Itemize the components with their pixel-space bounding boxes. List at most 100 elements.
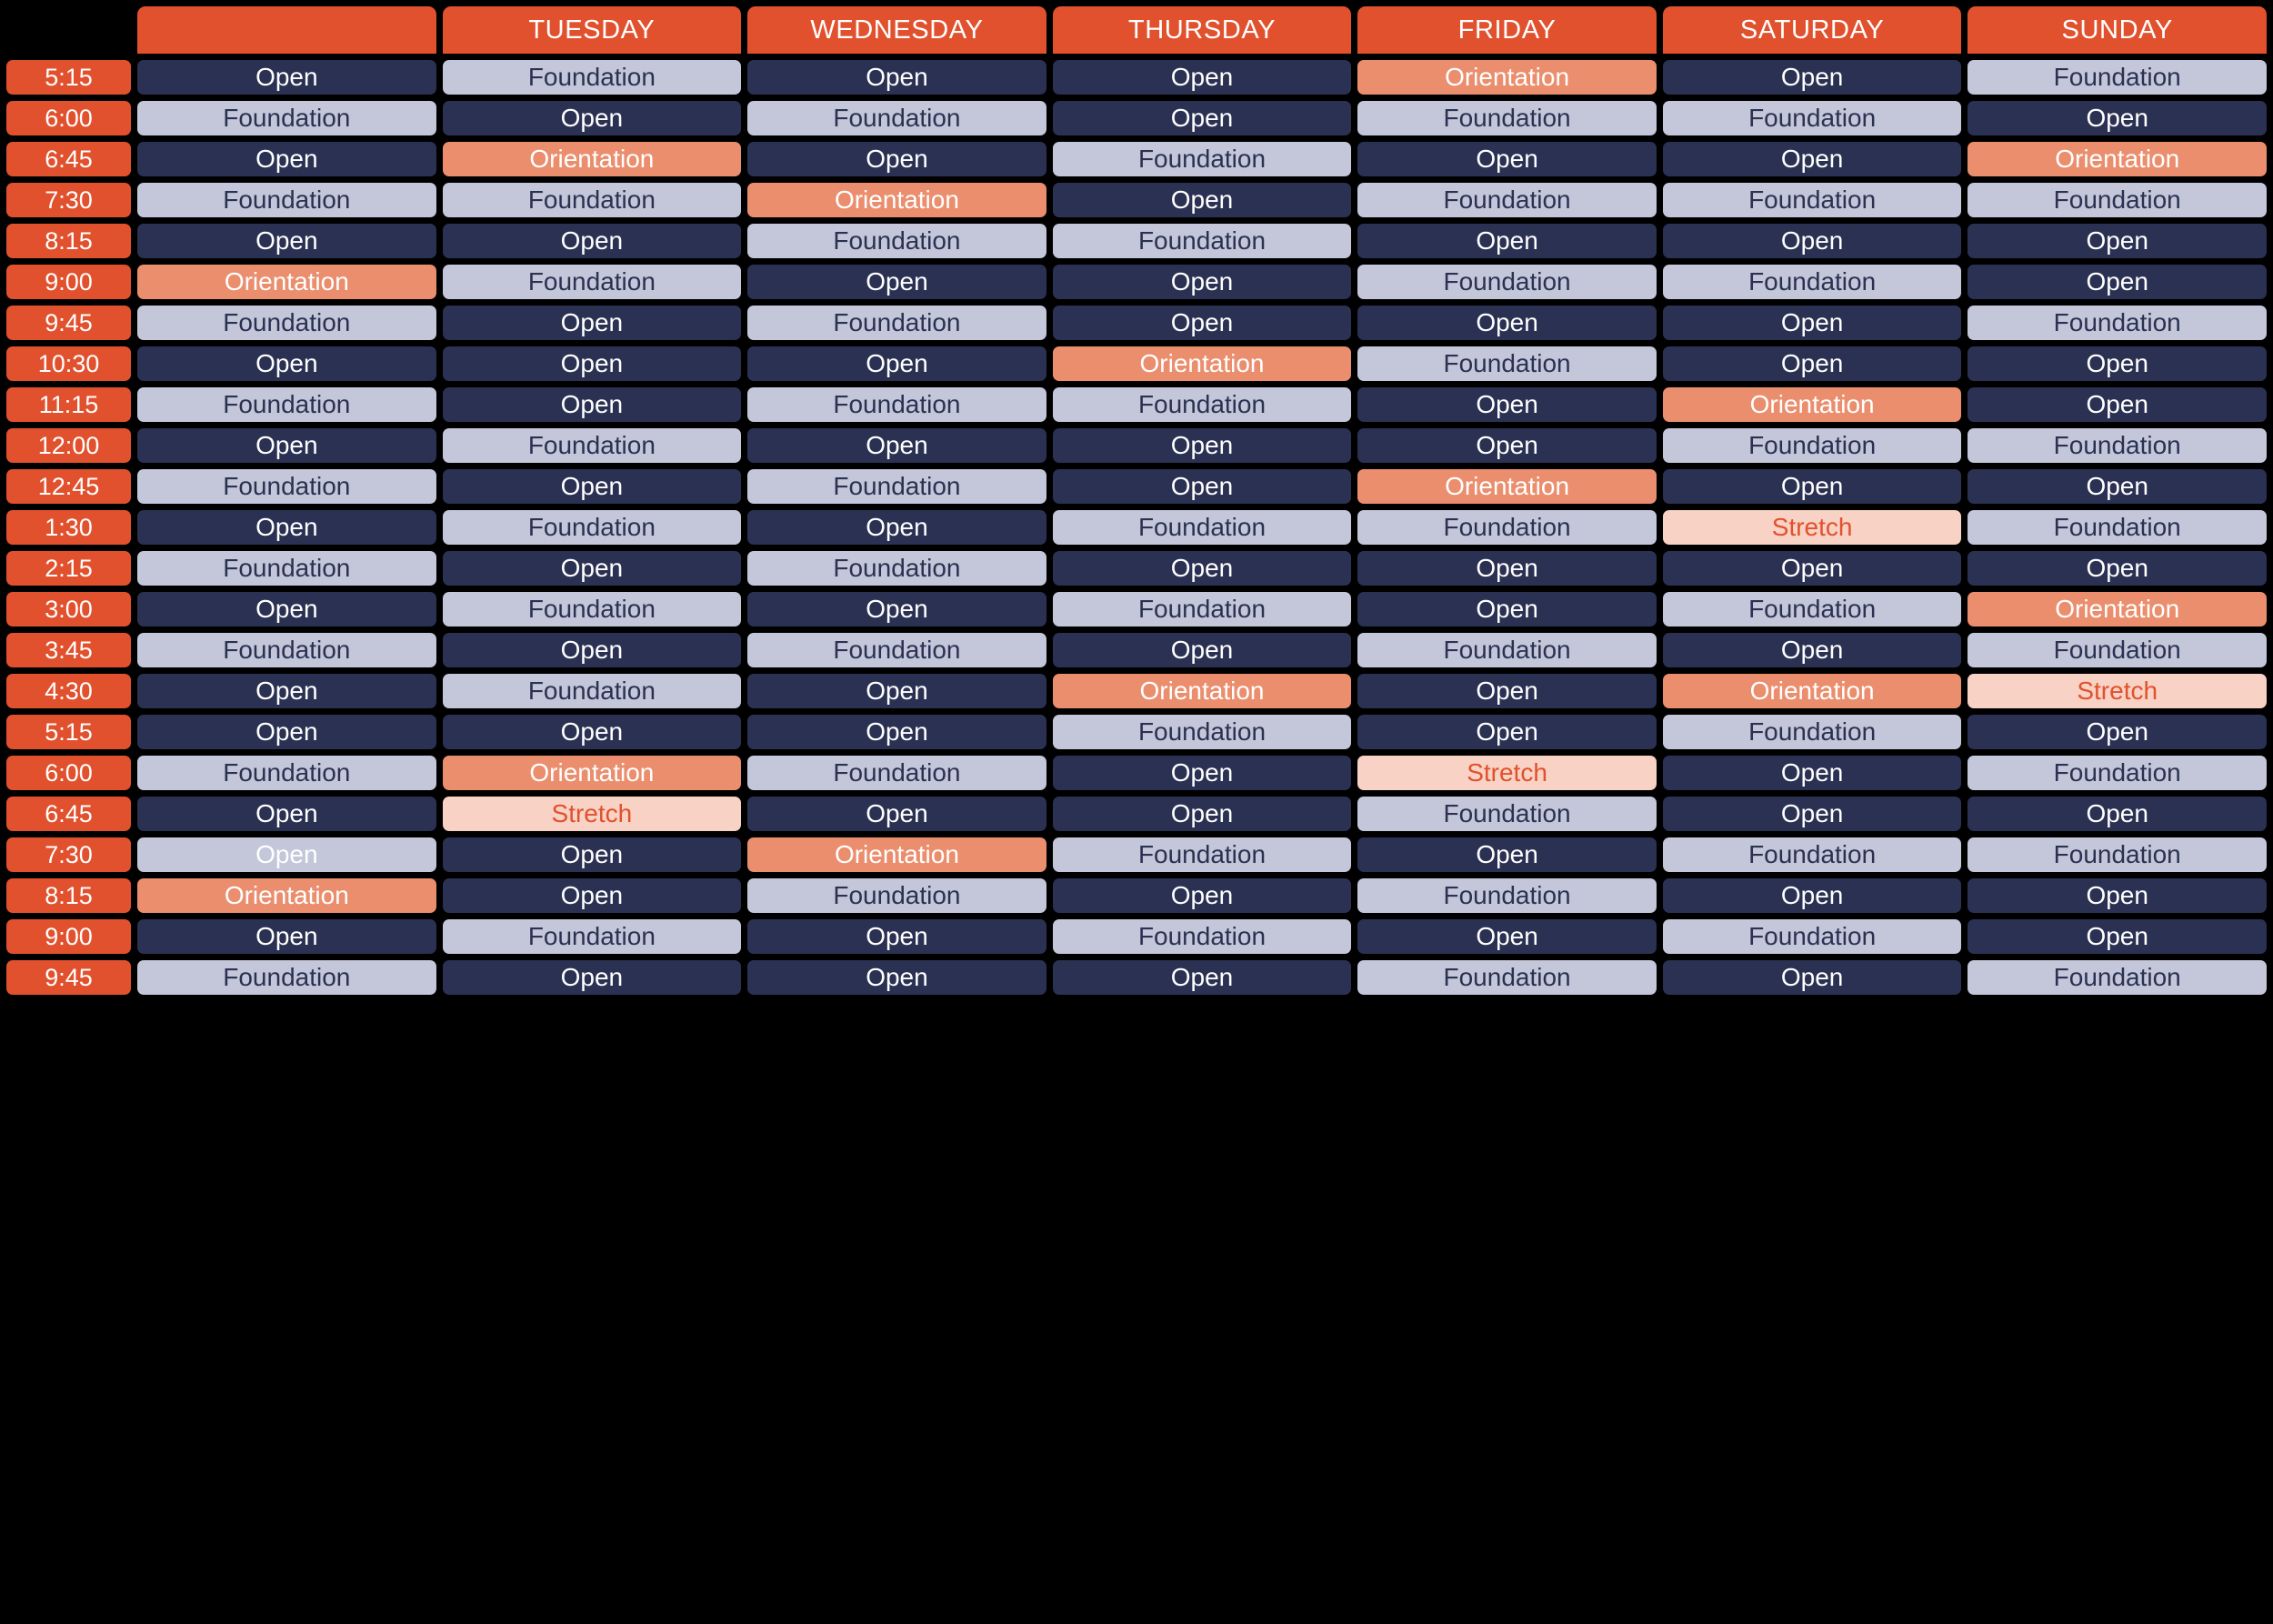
class-slot-sunday-9-00[interactable]: Open [1968, 919, 2267, 954]
class-slot-monday-2-15[interactable]: Foundation [137, 551, 436, 586]
class-slot-saturday-7-30[interactable]: Foundation [1662, 183, 1962, 217]
class-slot-friday-9-00[interactable]: Open [1357, 919, 1657, 954]
class-slot-tuesday-4-30[interactable]: Foundation [442, 674, 742, 708]
class-slot-thursday-1-30[interactable]: Foundation [1052, 510, 1352, 545]
class-slot-monday-9-00[interactable]: Open [137, 919, 436, 954]
class-slot-saturday-9-45[interactable]: Open [1662, 306, 1962, 340]
class-slot-wednesday-8-15[interactable]: Foundation [747, 878, 1046, 913]
class-slot-sunday-3-45[interactable]: Foundation [1968, 633, 2267, 667]
class-slot-sunday-5-15[interactable]: Open [1968, 715, 2267, 749]
class-slot-thursday-5-15[interactable]: Foundation [1052, 715, 1352, 749]
class-slot-saturday-6-00[interactable]: Foundation [1662, 101, 1962, 135]
class-slot-saturday-9-00[interactable]: Foundation [1662, 919, 1962, 954]
class-slot-thursday-4-30[interactable]: Orientation [1052, 674, 1352, 708]
class-slot-saturday-8-15[interactable]: Open [1662, 878, 1962, 913]
class-slot-monday-3-45[interactable]: Foundation [137, 633, 436, 667]
class-slot-thursday-9-00[interactable]: Open [1052, 265, 1352, 299]
class-slot-saturday-6-45[interactable]: Open [1662, 797, 1962, 831]
class-slot-saturday-5-15[interactable]: Foundation [1662, 715, 1962, 749]
class-slot-saturday-10-30[interactable]: Open [1662, 346, 1962, 381]
class-slot-monday-9-45[interactable]: Foundation [137, 960, 436, 995]
class-slot-monday-12-00[interactable]: Open [137, 428, 436, 463]
class-slot-tuesday-8-15[interactable]: Open [442, 224, 742, 258]
class-slot-monday-5-15[interactable]: Open [137, 60, 436, 95]
class-slot-monday-9-00[interactable]: Orientation [137, 265, 436, 299]
class-slot-saturday-2-15[interactable]: Open [1662, 551, 1962, 586]
class-slot-monday-8-15[interactable]: Open [137, 224, 436, 258]
class-slot-monday-4-30[interactable]: Open [137, 674, 436, 708]
class-slot-monday-11-15[interactable]: Foundation [137, 387, 436, 422]
class-slot-friday-7-30[interactable]: Open [1357, 837, 1657, 872]
class-slot-thursday-7-30[interactable]: Foundation [1052, 837, 1352, 872]
class-slot-friday-4-30[interactable]: Open [1357, 674, 1657, 708]
class-slot-wednesday-6-00[interactable]: Foundation [747, 756, 1046, 790]
class-slot-friday-9-45[interactable]: Open [1357, 306, 1657, 340]
class-slot-thursday-9-00[interactable]: Foundation [1052, 919, 1352, 954]
class-slot-friday-6-45[interactable]: Foundation [1357, 797, 1657, 831]
class-slot-monday-1-30[interactable]: Open [137, 510, 436, 545]
class-slot-sunday-2-15[interactable]: Open [1968, 551, 2267, 586]
class-slot-sunday-10-30[interactable]: Open [1968, 346, 2267, 381]
class-slot-tuesday-6-45[interactable]: Orientation [442, 142, 742, 176]
class-slot-saturday-6-00[interactable]: Open [1662, 756, 1962, 790]
class-slot-friday-8-15[interactable]: Open [1357, 224, 1657, 258]
class-slot-wednesday-9-00[interactable]: Open [747, 919, 1046, 954]
class-slot-tuesday-12-45[interactable]: Open [442, 469, 742, 504]
class-slot-tuesday-1-30[interactable]: Foundation [442, 510, 742, 545]
class-slot-wednesday-8-15[interactable]: Foundation [747, 224, 1046, 258]
class-slot-tuesday-11-15[interactable]: Open [442, 387, 742, 422]
class-slot-wednesday-9-45[interactable]: Foundation [747, 306, 1046, 340]
class-slot-sunday-6-00[interactable]: Open [1968, 101, 2267, 135]
class-slot-monday-6-45[interactable]: Open [137, 142, 436, 176]
class-slot-friday-2-15[interactable]: Open [1357, 551, 1657, 586]
class-slot-saturday-3-00[interactable]: Foundation [1662, 592, 1962, 627]
class-slot-thursday-9-45[interactable]: Open [1052, 306, 1352, 340]
class-slot-saturday-9-45[interactable]: Open [1662, 960, 1962, 995]
class-slot-tuesday-8-15[interactable]: Open [442, 878, 742, 913]
class-slot-sunday-12-45[interactable]: Open [1968, 469, 2267, 504]
class-slot-tuesday-9-45[interactable]: Open [442, 306, 742, 340]
class-slot-monday-10-30[interactable]: Open [137, 346, 436, 381]
class-slot-sunday-7-30[interactable]: Foundation [1968, 837, 2267, 872]
class-slot-sunday-1-30[interactable]: Foundation [1968, 510, 2267, 545]
class-slot-thursday-5-15[interactable]: Open [1052, 60, 1352, 95]
class-slot-thursday-6-45[interactable]: Open [1052, 797, 1352, 831]
class-slot-tuesday-6-00[interactable]: Open [442, 101, 742, 135]
class-slot-tuesday-9-45[interactable]: Open [442, 960, 742, 995]
class-slot-tuesday-5-15[interactable]: Open [442, 715, 742, 749]
class-slot-saturday-8-15[interactable]: Open [1662, 224, 1962, 258]
class-slot-thursday-3-45[interactable]: Open [1052, 633, 1352, 667]
class-slot-sunday-5-15[interactable]: Foundation [1968, 60, 2267, 95]
class-slot-friday-9-45[interactable]: Foundation [1357, 960, 1657, 995]
class-slot-thursday-12-45[interactable]: Open [1052, 469, 1352, 504]
class-slot-saturday-11-15[interactable]: Orientation [1662, 387, 1962, 422]
class-slot-sunday-7-30[interactable]: Foundation [1968, 183, 2267, 217]
class-slot-thursday-8-15[interactable]: Open [1052, 878, 1352, 913]
class-slot-monday-6-00[interactable]: Foundation [137, 756, 436, 790]
class-slot-wednesday-3-45[interactable]: Foundation [747, 633, 1046, 667]
class-slot-sunday-9-00[interactable]: Open [1968, 265, 2267, 299]
class-slot-tuesday-9-00[interactable]: Foundation [442, 265, 742, 299]
class-slot-friday-12-45[interactable]: Orientation [1357, 469, 1657, 504]
class-slot-thursday-6-00[interactable]: Open [1052, 756, 1352, 790]
class-slot-tuesday-5-15[interactable]: Foundation [442, 60, 742, 95]
class-slot-friday-5-15[interactable]: Orientation [1357, 60, 1657, 95]
class-slot-friday-11-15[interactable]: Open [1357, 387, 1657, 422]
class-slot-friday-8-15[interactable]: Foundation [1357, 878, 1657, 913]
class-slot-wednesday-6-00[interactable]: Foundation [747, 101, 1046, 135]
class-slot-tuesday-6-45[interactable]: Stretch [442, 797, 742, 831]
class-slot-tuesday-7-30[interactable]: Foundation [442, 183, 742, 217]
class-slot-monday-6-00[interactable]: Foundation [137, 101, 436, 135]
class-slot-thursday-10-30[interactable]: Orientation [1052, 346, 1352, 381]
class-slot-friday-5-15[interactable]: Open [1357, 715, 1657, 749]
class-slot-saturday-6-45[interactable]: Open [1662, 142, 1962, 176]
class-slot-sunday-4-30[interactable]: Stretch [1968, 674, 2267, 708]
class-slot-sunday-6-45[interactable]: Open [1968, 797, 2267, 831]
class-slot-monday-6-45[interactable]: Open [137, 797, 436, 831]
class-slot-wednesday-1-30[interactable]: Open [747, 510, 1046, 545]
class-slot-saturday-1-30[interactable]: Stretch [1662, 510, 1962, 545]
class-slot-saturday-3-45[interactable]: Open [1662, 633, 1962, 667]
class-slot-wednesday-9-00[interactable]: Open [747, 265, 1046, 299]
class-slot-wednesday-7-30[interactable]: Orientation [747, 837, 1046, 872]
class-slot-monday-12-45[interactable]: Foundation [137, 469, 436, 504]
